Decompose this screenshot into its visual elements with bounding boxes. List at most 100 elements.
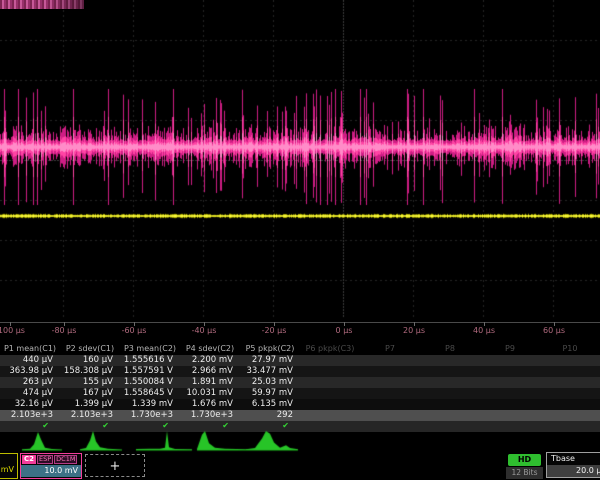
measurement-value	[540, 355, 600, 366]
param-header-7[interactable]: P7	[360, 342, 420, 355]
time-axis-label: -40 µs	[192, 326, 217, 335]
measurement-value	[540, 366, 600, 377]
measurement-value	[420, 377, 480, 388]
measurement-value	[360, 366, 420, 377]
measurement-histicons	[0, 429, 600, 453]
add-trace-button[interactable]: +	[85, 454, 145, 477]
measurement-value	[540, 388, 600, 399]
param-header-1[interactable]: P1 mean(C1)	[0, 342, 60, 355]
time-axis-line	[0, 322, 600, 323]
measurement-value	[480, 410, 540, 421]
measurement-value: 25.03 mV	[240, 377, 300, 388]
timebase-value: 20.0 µs	[547, 465, 600, 477]
param-header-6[interactable]: P6 pkpk(C3)	[300, 342, 360, 355]
measurement-value: 440 µV	[0, 355, 60, 366]
measurement-value	[360, 410, 420, 421]
measurement-value	[480, 399, 540, 410]
measurement-value	[300, 388, 360, 399]
measurement-value: 1.555616 V	[120, 355, 180, 366]
time-axis-label: 60 µs	[543, 326, 565, 335]
waveform-grid[interactable]	[0, 0, 600, 318]
measurement-value	[420, 355, 480, 366]
c2-tag-esp: ESP	[37, 455, 53, 464]
measurement-value: 59.97 mV	[240, 388, 300, 399]
measurement-value	[360, 377, 420, 388]
measurement-value	[300, 366, 360, 377]
trace-annotation-badge	[0, 0, 84, 9]
measurement-value: 160 µV	[60, 355, 120, 366]
c2-vertical-scale: 10.0 mV	[21, 465, 81, 477]
measurement-table: P1 mean(C1)P2 sdev(C1)P3 mean(C2)P4 sdev…	[0, 342, 600, 432]
measurement-value: 1.730e+3	[120, 410, 180, 421]
measurement-value: 363.98 µV	[0, 366, 60, 377]
measurement-value: 1.891 mV	[180, 377, 240, 388]
channel-c1-descriptor[interactable]: C1 DC1M 10.0 mV	[0, 453, 18, 479]
measurement-value: 1.676 mV	[180, 399, 240, 410]
hd-bits-label: 12 Bits	[506, 467, 543, 479]
measurement-value	[540, 399, 600, 410]
measurement-value: 6.135 mV	[240, 399, 300, 410]
time-axis-label: 0 µs	[336, 326, 353, 335]
measurement-value: 1.557591 V	[120, 366, 180, 377]
measurement-value	[540, 377, 600, 388]
measurement-value	[360, 388, 420, 399]
measurement-value: 1.339 mV	[120, 399, 180, 410]
timebase-label: Tbase	[547, 453, 600, 465]
param-header-2[interactable]: P2 sdev(C1)	[60, 342, 120, 355]
measurement-value	[360, 355, 420, 366]
param-header-5[interactable]: P5 pkpk(C2)	[240, 342, 300, 355]
measurement-value: 2.200 mV	[180, 355, 240, 366]
measurement-value	[480, 366, 540, 377]
param-header-10[interactable]: P10	[540, 342, 600, 355]
time-axis-label: 40 µs	[473, 326, 495, 335]
c1-vertical-scale: 10.0 mV	[0, 464, 17, 476]
time-axis-label: -60 µs	[122, 326, 147, 335]
param-header-9[interactable]: P9	[480, 342, 540, 355]
oscilloscope-screen: -100 µs -80 µs -60 µs -40 µs -20 µs 0 µs 20 µs…	[0, 0, 600, 480]
measurement-value: 1.558645 V	[120, 388, 180, 399]
measurement-value: 1.399 µV	[60, 399, 120, 410]
measurement-value: 474 µV	[0, 388, 60, 399]
measurement-value	[420, 410, 480, 421]
measurement-value	[540, 410, 600, 421]
measurement-value: 155 µV	[60, 377, 120, 388]
measurement-value: 167 µV	[60, 388, 120, 399]
measurement-value	[300, 377, 360, 388]
time-axis-label: 20 µs	[403, 326, 425, 335]
measurement-value: 2.103e+3	[60, 410, 120, 421]
measurement-value: 10.031 mV	[180, 388, 240, 399]
time-axis-label: -20 µs	[262, 326, 287, 335]
measurement-value: 263 µV	[0, 377, 60, 388]
measurement-value: 2.103e+3	[0, 410, 60, 421]
measurement-value: 32.16 µV	[0, 399, 60, 410]
hd-mode-badge[interactable]: HD	[508, 454, 541, 466]
param-header-3[interactable]: P3 mean(C2)	[120, 342, 180, 355]
measurement-value	[300, 399, 360, 410]
time-axis-label: -100 µs	[0, 326, 25, 335]
measurement-value: 1.730e+3	[180, 410, 240, 421]
measurement-value	[360, 399, 420, 410]
measurement-value: 33.477 mV	[240, 366, 300, 377]
measurement-value	[420, 388, 480, 399]
measurement-value	[420, 366, 480, 377]
measurement-value: 292	[240, 410, 300, 421]
measurement-value: 1.550084 V	[120, 377, 180, 388]
time-axis-label: -80 µs	[52, 326, 77, 335]
c2-label: C2	[22, 455, 36, 464]
measurement-value	[480, 355, 540, 366]
c2-tag-coupling: DC1M	[54, 455, 77, 464]
timebase-descriptor[interactable]: Tbase 20.0 µs	[546, 452, 600, 478]
measurement-value: 27.97 mV	[240, 355, 300, 366]
measurement-value	[420, 399, 480, 410]
measurement-value	[300, 355, 360, 366]
measurement-value	[480, 388, 540, 399]
bottom-bar: C1 DC1M 10.0 mV C2 ESP DC1M 10.0 mV + HD…	[0, 451, 600, 480]
measurement-value	[300, 410, 360, 421]
measurement-value: 158.308 µV	[60, 366, 120, 377]
measurement-value: 2.966 mV	[180, 366, 240, 377]
param-header-8[interactable]: P8	[420, 342, 480, 355]
param-header-4[interactable]: P4 sdev(C2)	[180, 342, 240, 355]
time-axis: -100 µs -80 µs -60 µs -40 µs -20 µs 0 µs 20 µs…	[0, 318, 600, 342]
channel-c2-descriptor[interactable]: C2 ESP DC1M 10.0 mV	[20, 453, 82, 479]
measurement-value	[480, 377, 540, 388]
